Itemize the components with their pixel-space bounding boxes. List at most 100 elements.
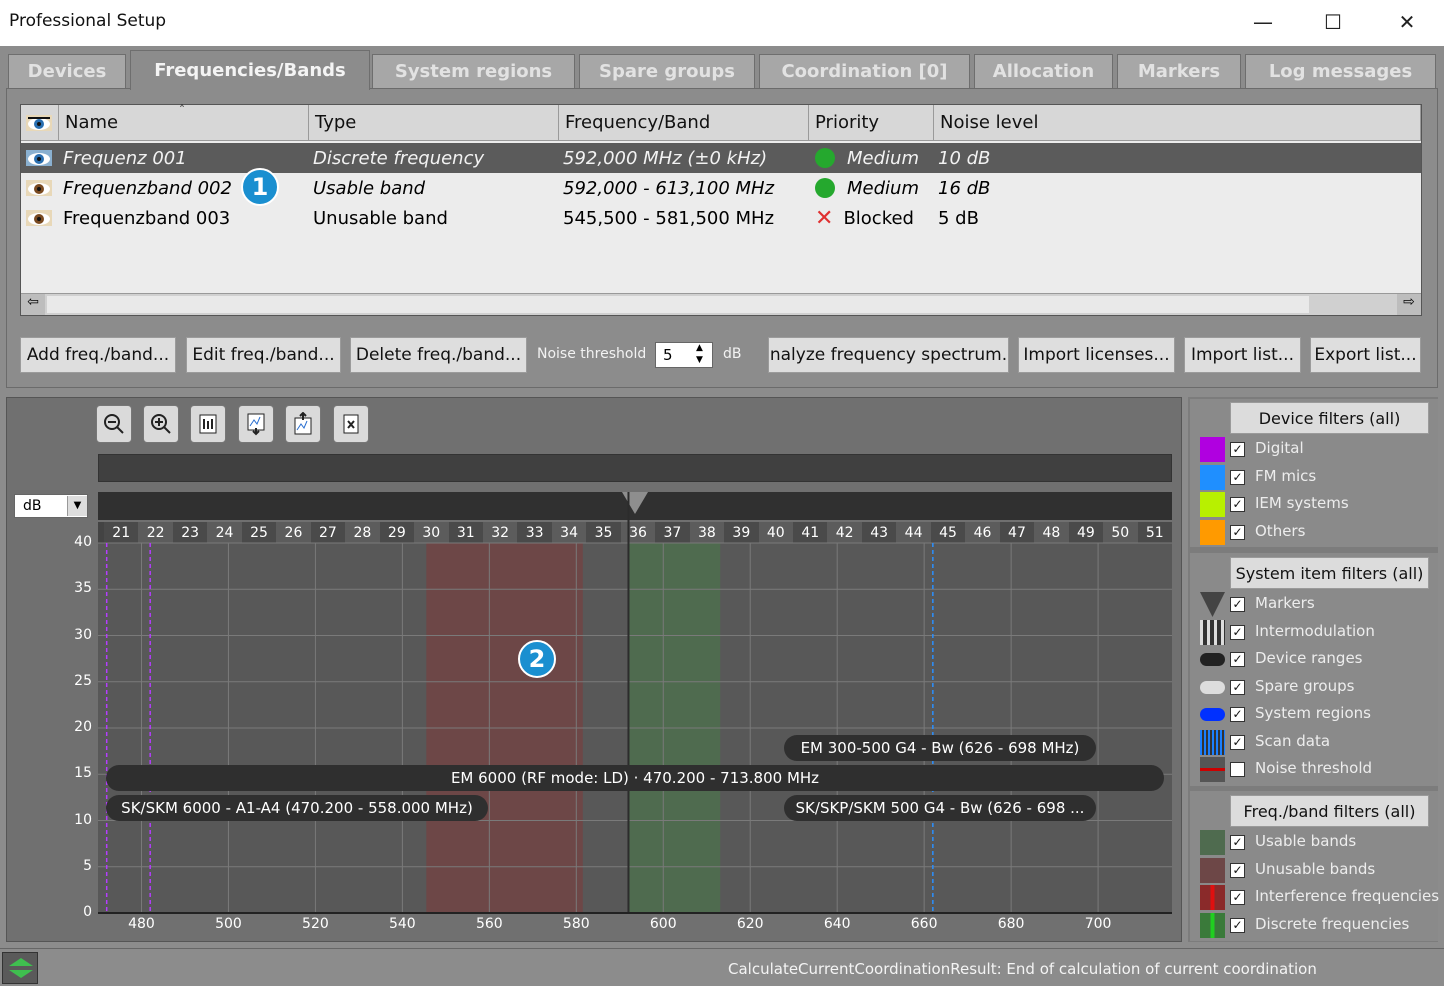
device-range-bar[interactable]: EM 300-500 G4 - Bw (626 - 698 MHz) <box>784 735 1096 761</box>
checkbox[interactable]: ✓ <box>1230 442 1245 457</box>
import-list-button[interactable]: Import list... <box>1184 337 1301 373</box>
clear-icon[interactable] <box>333 405 369 443</box>
checkbox[interactable]: ✓ <box>1230 524 1245 540</box>
filter-label: Noise threshold <box>1255 759 1373 777</box>
spin-down-icon[interactable]: ▼ <box>696 355 703 365</box>
row-priority: Medium <box>815 173 919 203</box>
chevron-down-icon[interactable]: ▼ <box>67 496 87 516</box>
band-filters-button[interactable]: Freq./band filters (all) <box>1230 795 1429 827</box>
checkbox[interactable]: ✓ <box>1230 707 1245 722</box>
filter-row[interactable]: ✓ Device ranges <box>1200 647 1440 673</box>
overview-bar[interactable] <box>98 454 1172 482</box>
delete-freq-band-button[interactable]: Delete freq./band... <box>350 337 527 373</box>
horizontal-scrollbar[interactable]: ⇦ ⇨ <box>21 293 1421 315</box>
tab-system-regions[interactable]: System regions <box>372 54 575 88</box>
close-button[interactable]: ✕ <box>1384 6 1430 38</box>
eye-icon[interactable] <box>25 203 53 233</box>
channel-label: 34 <box>551 522 587 543</box>
import-licenses-button[interactable]: Import licenses... <box>1018 337 1175 373</box>
filter-row[interactable]: ✓ Markers <box>1200 592 1440 618</box>
y-tick-label: 35 <box>74 580 92 597</box>
export-list-button[interactable]: Export list... <box>1310 337 1421 373</box>
filter-row[interactable]: ✓ Unusable bands <box>1200 857 1440 884</box>
checkbox[interactable]: ✓ <box>1230 652 1245 667</box>
column-header-noise-level[interactable]: Noise level <box>934 105 1421 141</box>
filter-row[interactable]: ✓ FM mics <box>1200 464 1440 491</box>
eye-icon[interactable] <box>25 173 53 203</box>
unit-select[interactable]: dB ▼ <box>14 494 88 518</box>
expand-toggle-icon[interactable] <box>2 952 38 984</box>
filter-row[interactable]: Noise threshold <box>1200 757 1440 783</box>
fit-view-icon[interactable] <box>190 405 226 443</box>
table-row[interactable]: Frequenzband 002 Usable band 592,000 - 6… <box>21 173 1421 203</box>
visibility-column-header[interactable] <box>21 105 59 141</box>
channel-label: 48 <box>1034 522 1069 543</box>
filter-row[interactable]: ✓ Others <box>1200 519 1440 546</box>
spin-up-icon[interactable]: ▲ <box>696 343 703 353</box>
status-message: CalculateCurrentCoordinationResult: End … <box>728 960 1317 978</box>
scroll-left-icon[interactable]: ⇦ <box>21 294 45 315</box>
checkbox[interactable]: ✓ <box>1230 624 1245 640</box>
add-freq-band-button[interactable]: Add freq./band... <box>20 337 176 373</box>
tab-allocation[interactable]: Allocation <box>974 54 1113 88</box>
x-tick-label: 580 <box>562 916 590 932</box>
channel-label: 21 <box>104 522 139 543</box>
filter-row[interactable]: ✓ Intermodulation <box>1200 619 1440 646</box>
column-header-frequency[interactable]: Frequency/Band <box>559 105 809 141</box>
system-item-filters-button[interactable]: System item filters (all) <box>1230 557 1429 589</box>
marker-triangle-icon[interactable] <box>622 492 648 514</box>
checkbox[interactable]: ✓ <box>1230 734 1245 750</box>
tab-devices[interactable]: Devices <box>8 54 126 88</box>
spectrum-plot[interactable] <box>98 543 1172 913</box>
channel-label: 38 <box>689 522 725 543</box>
tab-spare-groups[interactable]: Spare groups <box>579 54 755 88</box>
checkbox[interactable]: ✓ <box>1230 497 1245 512</box>
eye-icon[interactable] <box>25 143 53 173</box>
zoom-out-icon[interactable] <box>96 405 132 443</box>
checkbox[interactable]: ✓ <box>1230 862 1245 878</box>
export-down-icon[interactable] <box>238 405 274 443</box>
device-range-bar[interactable]: EM 6000 (RF mode: LD) · 470.200 - 713.80… <box>106 765 1164 791</box>
scrollbar-thumb[interactable] <box>47 296 1309 313</box>
checkbox[interactable]: ✓ <box>1230 917 1245 933</box>
row-name: Frequenz 001 <box>63 147 187 169</box>
device-range-bar[interactable]: SK/SKP/SKM 500 G4 - Bw (626 - 698 ... <box>784 795 1096 821</box>
checkbox[interactable] <box>1230 762 1245 777</box>
tab-log-messages[interactable]: Log messages <box>1245 54 1436 88</box>
filter-row[interactable]: ✓ System regions <box>1200 702 1440 728</box>
noise-threshold-unit: dB <box>723 346 742 362</box>
filter-row[interactable]: ✓ Discrete frequencies <box>1200 912 1440 939</box>
column-header-priority[interactable]: Priority <box>809 105 934 141</box>
edit-freq-band-button[interactable]: Edit freq./band... <box>186 337 341 373</box>
channel-label: 39 <box>724 522 759 543</box>
device-filters-button[interactable]: Device filters (all) <box>1230 402 1429 434</box>
scroll-right-icon[interactable]: ⇨ <box>1397 294 1421 315</box>
checkbox[interactable]: ✓ <box>1230 835 1245 850</box>
checkbox[interactable]: ✓ <box>1230 597 1245 612</box>
noise-threshold-spinner[interactable]: 5 ▲ ▼ <box>655 342 713 368</box>
filter-label: Discrete frequencies <box>1255 914 1410 933</box>
zoom-in-icon[interactable] <box>143 405 179 443</box>
tab-frequencies-bands[interactable]: Frequencies/Bands <box>130 50 370 90</box>
checkbox[interactable]: ✓ <box>1230 469 1245 485</box>
checkbox[interactable]: ✓ <box>1230 890 1245 905</box>
filter-row[interactable]: ✓ Digital <box>1200 437 1440 463</box>
table-row[interactable]: Frequenz 001 Discrete frequency 592,000 … <box>21 143 1421 173</box>
noise-threshold-label: Noise threshold <box>537 346 647 362</box>
filter-row[interactable]: ✓ Usable bands <box>1200 830 1440 856</box>
filter-row[interactable]: ✓ Spare groups <box>1200 675 1440 701</box>
minimize-button[interactable]: — <box>1240 6 1286 38</box>
checkbox[interactable]: ✓ <box>1230 679 1245 695</box>
filter-row[interactable]: ✓ IEM systems <box>1200 492 1440 518</box>
filter-row[interactable]: ✓ Scan data <box>1200 729 1440 756</box>
tab-coordination[interactable]: Coordination [0] <box>759 54 970 88</box>
export-up-icon[interactable] <box>285 405 321 443</box>
filter-row[interactable]: ✓ Interference frequencies <box>1200 885 1440 911</box>
channel-label: 41 <box>793 522 828 543</box>
device-range-bar[interactable]: SK/SKM 6000 - A1-A4 (470.200 - 558.000 M… <box>106 795 488 821</box>
maximize-button[interactable]: ☐ <box>1310 6 1356 38</box>
analyze-spectrum-button[interactable]: nalyze frequency spectrum. <box>768 337 1009 373</box>
tab-markers[interactable]: Markers <box>1117 54 1241 88</box>
column-header-type[interactable]: Type <box>309 105 559 141</box>
table-row[interactable]: Frequenzband 003 Unusable band 545,500 -… <box>21 203 1421 233</box>
